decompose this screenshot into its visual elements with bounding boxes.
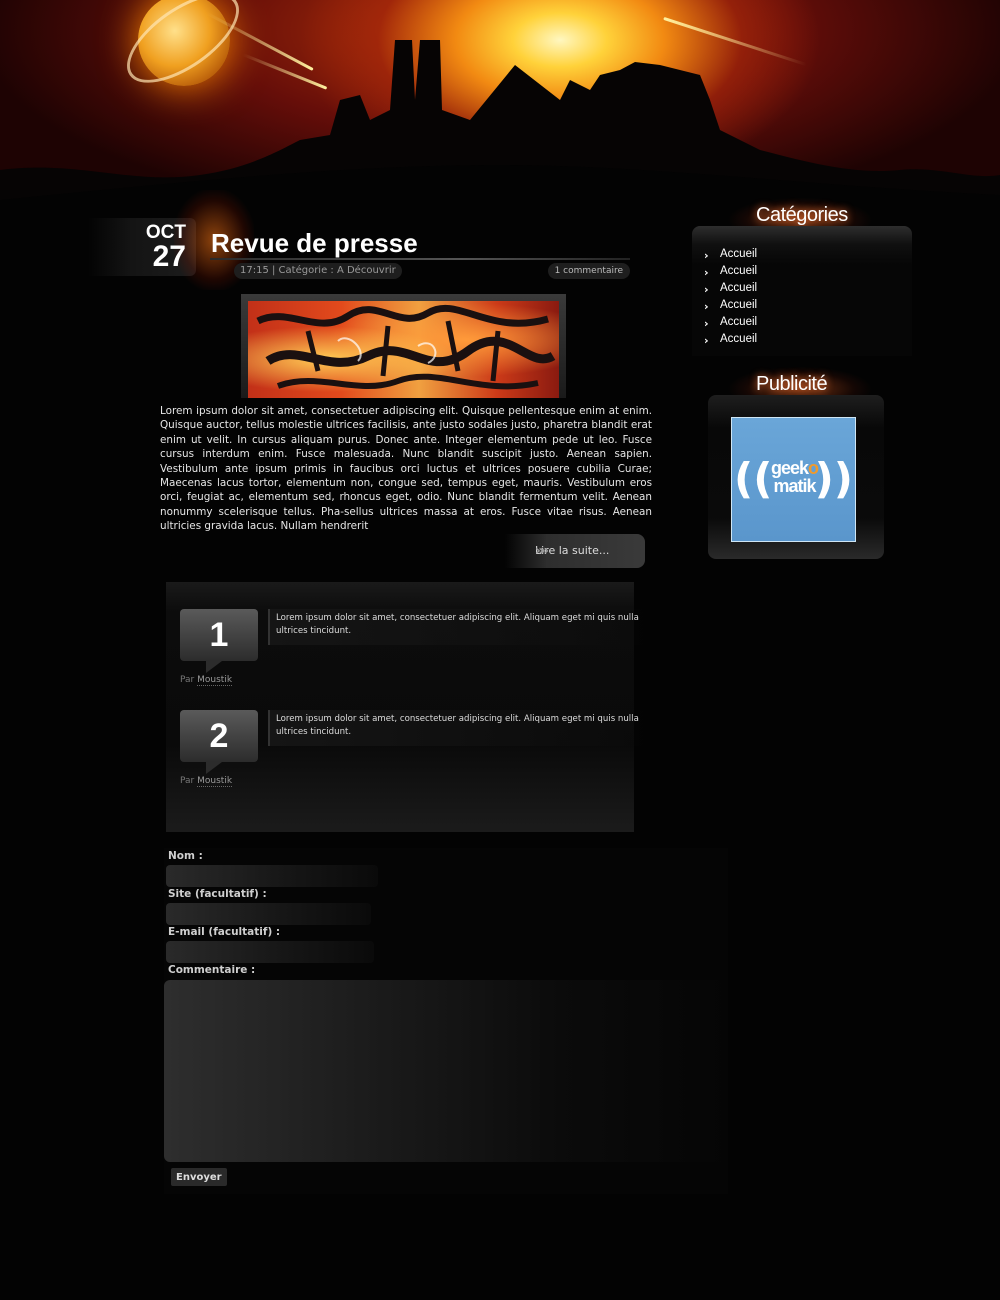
comment-author-prefix: Par	[180, 776, 195, 786]
comment-text: Lorem ipsum dolor sit amet, consectetuer…	[268, 710, 648, 746]
comment-number-bubble: 2	[180, 710, 258, 762]
post-image-frame	[241, 294, 566, 398]
comment-form: Nom : Site (facultatif) : E-mail (facult…	[164, 848, 728, 1194]
graffiti-artwork	[256, 304, 556, 390]
chevron-right-icon: ›	[704, 266, 709, 279]
ads-title: Publicité	[756, 373, 828, 395]
speech-bubble-tail	[206, 762, 222, 774]
comments-section: 1 Par Moustik Lorem ipsum dolor sit amet…	[166, 582, 648, 832]
title-divider	[210, 258, 630, 260]
site-label: Site (facultatif) :	[168, 888, 267, 900]
comment-item: 2 Par Moustik Lorem ipsum dolor sit amet…	[180, 710, 650, 800]
comment-text: Lorem ipsum dolor sit amet, consectetuer…	[268, 609, 648, 645]
double-chevron-right-icon: »»	[535, 543, 549, 559]
comment-number-bubble: 1	[180, 609, 258, 661]
comment-author-link[interactable]: Moustik	[197, 776, 233, 787]
comment-count-link[interactable]: 1 commentaire	[547, 263, 630, 279]
category-item[interactable]: › Accueil	[704, 282, 757, 299]
category-item[interactable]: › Accueil	[704, 299, 757, 316]
category-label: Accueil	[720, 299, 758, 311]
categories-list: › Accueil › Accueil › Accueil › Accueil › Acc…	[704, 248, 757, 350]
email-field[interactable]	[166, 941, 374, 963]
chevron-right-icon: ›	[704, 249, 709, 262]
ad-banner[interactable]: (( )) geeko matik	[731, 417, 856, 542]
category-item[interactable]: › Accueil	[704, 265, 757, 282]
categories-title: Catégories	[756, 204, 848, 226]
category-label: Accueil	[720, 333, 758, 345]
chevron-right-icon: ›	[704, 300, 709, 313]
name-field[interactable]	[166, 865, 378, 887]
read-more-button[interactable]: Lire la suite... »»	[505, 534, 645, 568]
post-date-day: 27	[152, 240, 186, 273]
category-label: Accueil	[720, 282, 758, 294]
post-body: Lorem ipsum dolor sit amet, consectetuer…	[160, 405, 652, 533]
submit-button[interactable]: Envoyer	[171, 1168, 227, 1186]
comment-item: 1 Par Moustik Lorem ipsum dolor sit amet…	[180, 609, 650, 699]
post-title[interactable]: Revue de presse	[211, 228, 418, 259]
category-item[interactable]: › Accueil	[704, 248, 757, 265]
chevron-right-icon: ›	[704, 317, 709, 330]
comment-author: Par Moustik	[180, 675, 233, 686]
comment-author: Par Moustik	[180, 776, 233, 787]
chevron-right-icon: ›	[704, 334, 709, 347]
post-date-badge: OCT 27	[88, 190, 254, 290]
city-skyline	[0, 40, 1000, 215]
ad-logo-line2: matik	[773, 476, 816, 496]
category-item[interactable]: › Accueil	[704, 316, 757, 333]
category-label: Accueil	[720, 265, 758, 277]
category-item[interactable]: › Accueil	[704, 333, 757, 350]
post-image	[248, 301, 559, 398]
name-label: Nom :	[168, 850, 203, 862]
header-banner	[0, 0, 1000, 215]
comment-author-link[interactable]: Moustik	[197, 675, 233, 686]
comment-author-prefix: Par	[180, 675, 195, 685]
site-field[interactable]	[166, 903, 371, 925]
comment-textarea[interactable]	[164, 980, 728, 1162]
post-meta: 17:15 | Catégorie : A Découvrir	[234, 263, 402, 279]
chevron-right-icon: ›	[704, 283, 709, 296]
category-label: Accueil	[720, 248, 758, 260]
email-label: E-mail (facultatif) :	[168, 926, 281, 938]
category-label: Accueil	[720, 316, 758, 328]
comment-label: Commentaire :	[168, 964, 256, 976]
speech-bubble-tail	[206, 661, 222, 673]
